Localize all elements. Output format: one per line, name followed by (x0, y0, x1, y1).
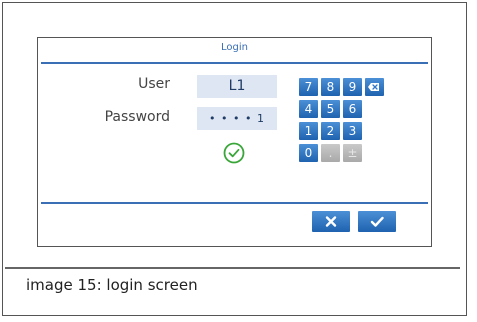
user-field[interactable]: L1 (197, 75, 277, 98)
password-label: Password (104, 109, 170, 125)
check-icon (370, 216, 384, 227)
dialog-title: Login (221, 42, 248, 53)
figure-caption: image 15: login screen (26, 276, 198, 294)
cancel-button[interactable] (312, 211, 350, 232)
password-field[interactable]: • • • • 1 (197, 107, 277, 130)
close-icon (325, 216, 337, 227)
backspace-icon (368, 83, 379, 91)
key-6[interactable]: 6 (343, 100, 362, 118)
backspace-key[interactable] (365, 78, 384, 96)
key-9[interactable]: 9 (343, 78, 362, 96)
confirm-button[interactable] (358, 211, 396, 232)
key-1[interactable]: 1 (299, 122, 318, 140)
key-2[interactable]: 2 (321, 122, 340, 140)
key-decimal[interactable]: . (321, 144, 340, 162)
key-5[interactable]: 5 (321, 100, 340, 118)
success-check-icon (223, 142, 245, 164)
login-screen: Login User L1 Password • • • • 1 7 8 9 4… (37, 37, 432, 247)
key-3[interactable]: 3 (343, 122, 362, 140)
key-4[interactable]: 4 (299, 100, 318, 118)
figure-frame: Login User L1 Password • • • • 1 7 8 9 4… (2, 2, 467, 316)
footer-divider (41, 202, 428, 204)
user-label: User (138, 76, 170, 92)
key-7[interactable]: 7 (299, 78, 318, 96)
title-divider (41, 62, 428, 64)
key-plus-minus[interactable]: ± (343, 144, 362, 162)
caption-divider (5, 267, 460, 269)
key-8[interactable]: 8 (321, 78, 340, 96)
key-0[interactable]: 0 (299, 144, 318, 162)
